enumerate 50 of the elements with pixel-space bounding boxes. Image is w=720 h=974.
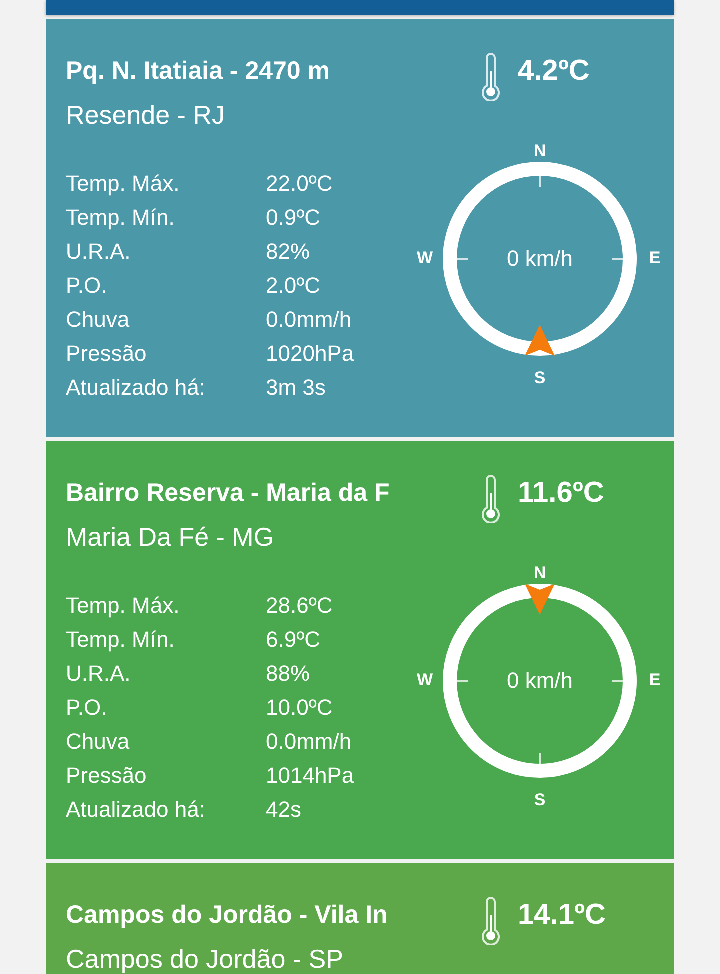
compass-direction-label: N <box>534 141 546 160</box>
stat-label: Pressão <box>66 763 148 789</box>
stat-label: Temp. Mín. <box>66 205 176 231</box>
stat-label: Atualizado há: <box>66 375 206 401</box>
current-temperature: 11.6ºC <box>518 476 604 511</box>
compass-direction-label: E <box>649 670 661 690</box>
stat-value: 28.6ºC <box>266 593 334 619</box>
stat-value: 2.0ºC <box>266 273 322 299</box>
wind-speed: 0 km/h <box>506 246 574 271</box>
station-name: Bairro Reserva - Maria da F <box>66 478 391 509</box>
compass-direction-label: W <box>416 248 434 268</box>
stat-label: Pressão <box>66 341 148 367</box>
stat-label: Atualizado há: <box>66 797 206 823</box>
compass-direction-label: S <box>534 368 546 388</box>
thermometer-icon <box>480 897 502 945</box>
compass-direction-label: E <box>649 248 661 268</box>
thermometer-icon <box>480 53 502 101</box>
stat-value: 1014hPa <box>266 763 356 789</box>
stat-value: 6.9ºC <box>266 627 322 653</box>
stat-value: 0.0mm/h <box>266 307 353 333</box>
station-name: Pq. N. Itatiaia - 2470 m <box>66 56 331 87</box>
station-location: Maria Da Fé - MG <box>66 521 276 554</box>
stat-value: 1020hPa <box>266 341 356 367</box>
stat-label: Chuva <box>66 729 131 755</box>
station-name: Campos do Jordão - Vila In <box>66 900 389 931</box>
stat-value: 42s <box>266 797 302 823</box>
stat-label: U.R.A. <box>66 661 132 687</box>
stat-value: 3m 3s <box>266 375 327 401</box>
current-temperature: 14.1ºC <box>518 898 606 933</box>
station-location: Resende - RJ <box>66 99 226 132</box>
station-location: Campos do Jordão - SP <box>66 943 344 974</box>
stat-label: Chuva <box>66 307 131 333</box>
compass-direction-label: W <box>416 670 434 690</box>
stat-label: U.R.A. <box>66 239 132 265</box>
stat-value: 0.9ºC <box>266 205 322 231</box>
stat-label: Temp. Máx. <box>66 171 181 197</box>
stat-label: P.O. <box>66 273 108 299</box>
stat-label: Temp. Máx. <box>66 593 181 619</box>
stat-label: Temp. Mín. <box>66 627 176 653</box>
stat-value: 88% <box>266 661 312 687</box>
current-temperature: 4.2ºC <box>518 54 590 89</box>
stat-value: 22.0ºC <box>266 171 334 197</box>
stat-value: 10.0ºC <box>266 695 334 721</box>
stat-value: 82% <box>266 239 312 265</box>
wind-speed: 0 km/h <box>506 668 574 693</box>
thermometer-icon <box>480 475 502 523</box>
stat-value: 0.0mm/h <box>266 729 353 755</box>
compass-direction-label: N <box>534 563 546 582</box>
compass-direction-label: S <box>534 790 546 810</box>
stat-label: P.O. <box>66 695 108 721</box>
